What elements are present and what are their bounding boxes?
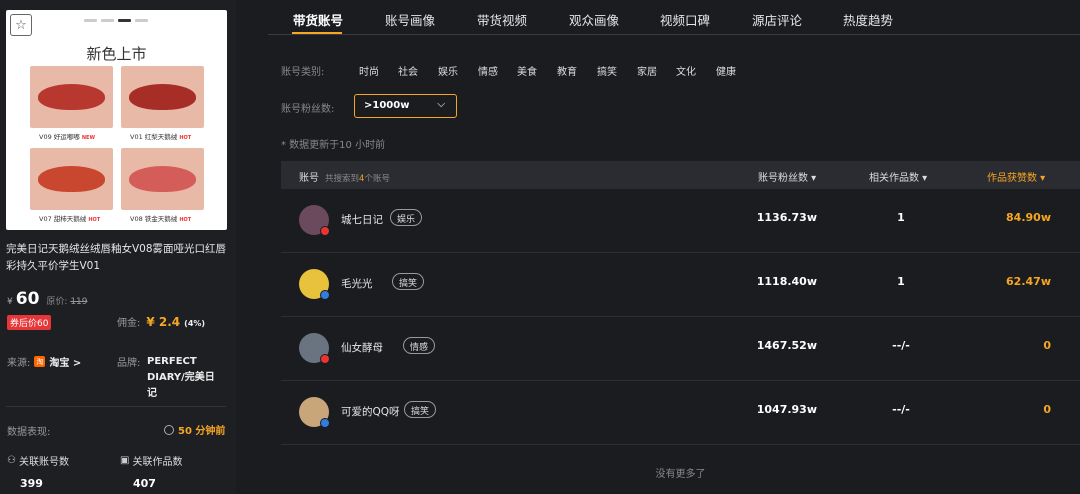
platform-badge-icon [320, 354, 330, 364]
works-count: 1 [897, 211, 905, 224]
category-option[interactable]: 娱乐 [438, 63, 458, 78]
account-tag: 情感 [403, 337, 436, 354]
product-panel: ☆ 新色上市 V09 好运嘟嘟 NEW V01 红梨天鹅绒 HOT V07 甜柿… [0, 0, 236, 494]
fans-filter-label: 账号粉丝数: [281, 104, 335, 115]
platform-badge-icon [320, 226, 330, 236]
taobao-icon: 淘 [34, 356, 46, 367]
main-panel: 带货账号 账号画像 带货视频 观众画像 视频口碑 源店评论 热度趋势 账号类别:… [268, 0, 1080, 494]
swatch-label: V08 铁金天鹅绒 HOT [130, 215, 192, 223]
source: 来源: 淘 淘宝 > [7, 354, 81, 369]
lipstick-swatch [121, 148, 204, 210]
source-link[interactable]: 淘宝 > [49, 354, 81, 369]
update-note: * 数据更新于10 小时前 [281, 140, 386, 151]
tab-selling-accounts[interactable]: 带货账号 [293, 10, 343, 29]
platform-badge-icon [320, 290, 330, 300]
product-image[interactable]: ☆ 新色上市 V09 好运嘟嘟 NEW V01 红梨天鹅绒 HOT V07 甜柿… [6, 10, 227, 230]
category-option[interactable]: 搞笑 [597, 63, 617, 78]
carousel-dot[interactable] [135, 19, 148, 22]
col-account: 账号 共搜索到4个账号 [299, 173, 390, 184]
fans-count: 1136.73w [756, 211, 817, 224]
category-option[interactable]: 情感 [478, 63, 498, 78]
table-header: 账号 共搜索到4个账号 账号粉丝数 ▾ 相关作品数 ▾ 作品获赞数 ▾ [281, 161, 1080, 189]
image-title: 新色上市 [86, 45, 147, 63]
carousel-dot-active[interactable] [118, 19, 131, 22]
chevron-down-icon: ⌵ [437, 99, 445, 110]
linked-works-value: 407 [133, 477, 156, 490]
coupon-badge: 券后价60 [7, 315, 52, 330]
col-fans-sort[interactable]: 账号粉丝数 ▾ [758, 169, 816, 184]
lipstick-swatch [30, 66, 113, 128]
category-filter-label: 账号类别: [281, 67, 325, 78]
likes-count: 0 [1043, 339, 1051, 352]
lipstick-swatch [121, 66, 204, 128]
brand-value: PERFECT DIARY/完美日记 [147, 356, 215, 399]
price-row: ¥ 60 原价: 119 [7, 289, 88, 309]
likes-count: 0 [1043, 403, 1051, 416]
likes-count: 62.47w [1006, 275, 1051, 288]
active-tab-indicator [292, 32, 342, 34]
product-title[interactable]: 完美日记天鹅绒丝绒唇釉女V08雾面哑光口红唇彩持久平价学生V01 [6, 241, 231, 275]
category-option[interactable]: 教育 [557, 63, 577, 78]
works-count: --/- [892, 339, 910, 352]
swatch-label: V09 好运嘟嘟 NEW [39, 133, 95, 141]
video-icon: ▣ [120, 455, 130, 466]
price: 60 [15, 289, 40, 309]
account-tag: 娱乐 [390, 209, 423, 226]
favorite-star-icon[interactable]: ☆ [10, 14, 32, 36]
swatch-label: V01 红梨天鹅绒 HOT [130, 133, 192, 141]
table-row[interactable]: 城七日记 娱乐 1136.73w 1 84.90w [281, 189, 1080, 253]
account-tag: 搞笑 [392, 273, 425, 290]
category-option[interactable]: 美食 [517, 63, 537, 78]
works-count: --/- [892, 403, 910, 416]
carousel-dot[interactable] [84, 19, 97, 22]
account-name[interactable]: 仙女酵母 [341, 340, 383, 355]
perf-time: 50 分钟前 [164, 422, 225, 437]
category-option[interactable]: 家居 [637, 63, 657, 78]
carousel-dot[interactable] [101, 19, 114, 22]
col-likes-sort[interactable]: 作品获赞数 ▾ [987, 169, 1045, 184]
fans-count: 1467.52w [756, 339, 817, 352]
divider [6, 406, 226, 407]
table-row[interactable]: 毛光光 搞笑 1118.40w 1 62.47w [281, 253, 1080, 317]
lipstick-swatch [30, 148, 113, 210]
carousel-dots[interactable] [84, 19, 148, 22]
col-works-sort[interactable]: 相关作品数 ▾ [869, 169, 927, 184]
commission: 佣金: ¥ 2.4 (4%) [117, 315, 206, 329]
currency-symbol: ¥ [7, 297, 13, 307]
linked-works-label: ▣ 关联作品数 [120, 455, 183, 468]
tab-heat-trend[interactable]: 热度趋势 [843, 10, 893, 29]
category-option[interactable]: 文化 [676, 63, 696, 78]
category-option[interactable]: 健康 [716, 63, 736, 78]
likes-count: 84.90w [1006, 211, 1051, 224]
swatch-label: V07 甜柿天鹅绒 HOT [39, 215, 101, 223]
tab-audience-profile[interactable]: 观众画像 [569, 10, 619, 29]
no-more-text: 没有更多了 [655, 469, 706, 480]
category-option[interactable]: 时尚 [359, 63, 379, 78]
perf-label: 数据表现: [7, 427, 51, 438]
linked-accounts-label: ⚇ 关联账号数 [7, 455, 69, 468]
table-row[interactable]: 可爱的QQ呀 搞笑 1047.93w --/- 0 [281, 381, 1080, 445]
account-name[interactable]: 毛光光 [341, 276, 373, 291]
fans-count: 1047.93w [756, 403, 817, 416]
linked-accounts-value: 399 [20, 477, 43, 490]
tab-account-profile[interactable]: 账号画像 [385, 10, 435, 29]
account-tag: 搞笑 [404, 401, 437, 418]
category-option[interactable]: 社会 [398, 63, 418, 78]
fans-count: 1118.40w [756, 275, 817, 288]
fans-select[interactable]: >1000w ⌵ [354, 94, 457, 118]
tab-video-reputation[interactable]: 视频口碑 [660, 10, 710, 29]
account-name[interactable]: 城七日记 [341, 212, 383, 227]
table-row[interactable]: 仙女酵母 情感 1467.52w --/- 0 [281, 317, 1080, 381]
users-icon: ⚇ [7, 455, 16, 466]
original-price: 原价: 119 [46, 297, 88, 307]
tab-store-reviews[interactable]: 源店评论 [752, 10, 802, 29]
account-name[interactable]: 可爱的QQ呀 [341, 404, 400, 419]
tab-bar: 带货账号 账号画像 带货视频 观众画像 视频口碑 源店评论 热度趋势 [268, 0, 1080, 35]
platform-badge-icon [320, 418, 330, 428]
tab-selling-videos[interactable]: 带货视频 [477, 10, 527, 29]
works-count: 1 [897, 275, 905, 288]
clock-icon [164, 424, 174, 435]
